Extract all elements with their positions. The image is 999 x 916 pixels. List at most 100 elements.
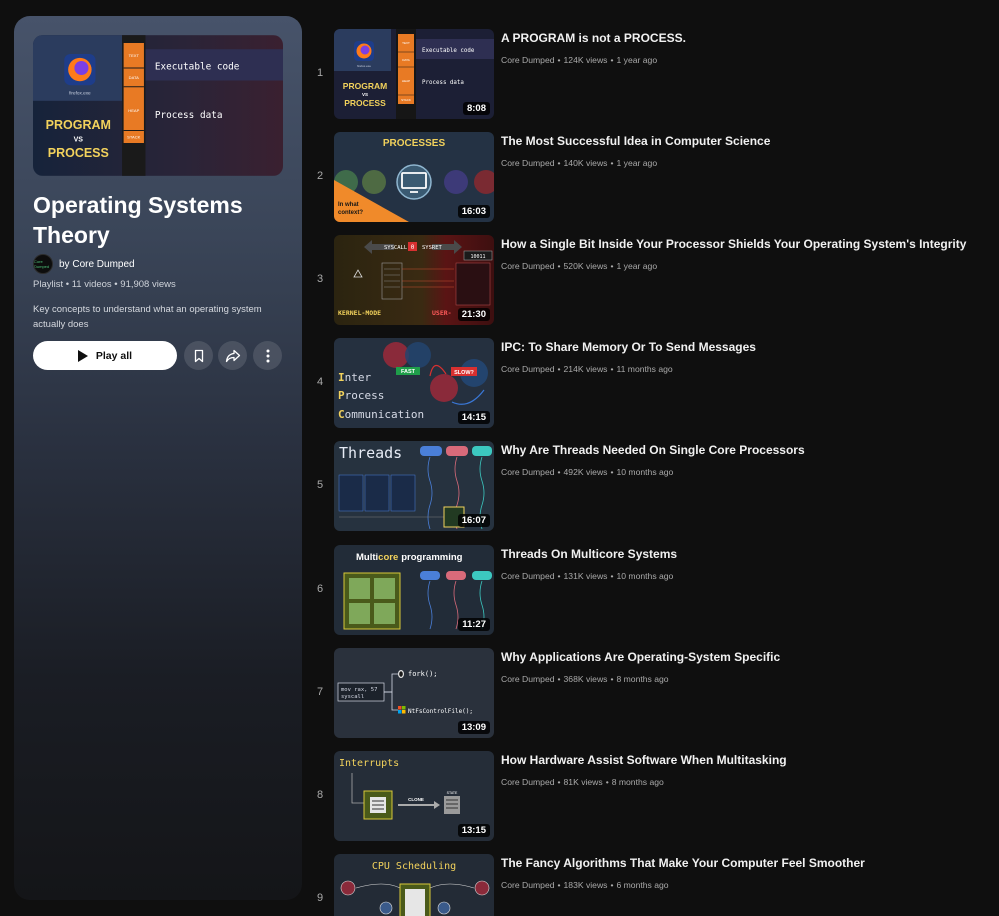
playlist-meta: Playlist • 11 videos • 91,908 views bbox=[33, 279, 176, 290]
duration-badge: 16:03 bbox=[457, 205, 490, 218]
svg-text:Process: Process bbox=[338, 389, 384, 402]
video-title[interactable]: Why Applications Are Operating-System Sp… bbox=[501, 650, 991, 664]
thumb-text: In what bbox=[338, 202, 359, 208]
video-row-9[interactable]: 9 CPU Scheduling The Fancy Algorithms Th… bbox=[308, 854, 999, 916]
video-title[interactable]: How Hardware Assist Software When Multit… bbox=[501, 753, 991, 767]
video-meta: Core Dumped • 492K views • 10 months ago bbox=[501, 467, 674, 477]
video-row-8[interactable]: 8 Interrupts CLONE STATE 13:15 How Hardw… bbox=[308, 751, 999, 844]
more-actions-button[interactable] bbox=[253, 341, 282, 370]
video-row-4[interactable]: 4 FAST SLOW? Inter Process Communication… bbox=[308, 338, 999, 431]
playlist-video-count: 11 videos bbox=[71, 279, 112, 290]
video-index: 1 bbox=[316, 67, 324, 79]
video-title[interactable]: Threads On Multicore Systems bbox=[501, 547, 991, 561]
video-thumbnail[interactable]: firefox.exe PROGRAM VS PROCESS TEXT DATA… bbox=[334, 29, 494, 119]
video-row-5[interactable]: 5 Threads 16:07 Why Are Threads Needed O… bbox=[308, 441, 999, 534]
thumb-text: SYSRET bbox=[422, 245, 443, 251]
video-meta: Core Dumped • 124K views • 1 year ago bbox=[501, 55, 658, 65]
duration-badge: 13:09 bbox=[457, 721, 490, 734]
video-row-3[interactable]: 3 SYSCALL 0 SYSRET 10011 KERNEL-MODE USE… bbox=[308, 235, 999, 328]
view-count: 492K views bbox=[563, 467, 608, 477]
svg-text:Multicoreprogramming: Multicore programming bbox=[356, 552, 463, 563]
video-index: 5 bbox=[316, 479, 324, 491]
upload-age: 1 year ago bbox=[616, 158, 658, 168]
channel-name[interactable]: Core Dumped bbox=[501, 674, 555, 684]
video-row-7[interactable]: 7 mov rax, 57 syscall fork(); NtFsContro… bbox=[308, 648, 999, 741]
channel-name[interactable]: Core Dumped bbox=[501, 467, 555, 477]
video-thumbnail[interactable]: SYSCALL 0 SYSRET 10011 KERNEL-MODE USER-… bbox=[334, 235, 494, 325]
video-row-1[interactable]: 1 firefox.exe PROGRAM VS PROCESS TEXT DA… bbox=[308, 29, 999, 122]
video-thumbnail[interactable]: Threads 16:07 bbox=[334, 441, 494, 531]
video-row-2[interactable]: 2 PROCESSES In what context? 16:03 The M… bbox=[308, 132, 999, 225]
thumb-text: CLONE bbox=[408, 797, 424, 802]
svg-text:Communication: Communication bbox=[338, 408, 424, 421]
thumb-text: context? bbox=[338, 210, 363, 216]
channel-name[interactable]: Core Dumped bbox=[501, 777, 555, 787]
upload-age: 8 months ago bbox=[616, 674, 669, 684]
owner-prefix: by bbox=[59, 258, 70, 270]
duration-badge: 8:08 bbox=[462, 102, 490, 115]
share-button[interactable] bbox=[218, 341, 247, 370]
upload-age: 8 months ago bbox=[611, 777, 664, 787]
thumb-text: VS bbox=[362, 92, 368, 97]
video-row-6[interactable]: 6 Multicore programming 11:27 Threads On… bbox=[308, 545, 999, 638]
thumb-text: programming bbox=[401, 552, 462, 563]
video-thumbnail[interactable]: Multicore programming 11:27 bbox=[334, 545, 494, 635]
cover-title-line1: PROGRAM bbox=[46, 118, 111, 132]
thumb-text: Multi bbox=[356, 552, 378, 563]
video-title[interactable]: How a Single Bit Inside Your Processor S… bbox=[501, 237, 991, 251]
thumb-text: rocess bbox=[345, 389, 385, 402]
thumb-text: Process data bbox=[422, 80, 464, 86]
thumb-text: TEXT bbox=[402, 41, 410, 45]
upload-age: 1 year ago bbox=[616, 55, 658, 65]
save-playlist-button[interactable] bbox=[184, 341, 213, 370]
cover-seg-data: DATA bbox=[129, 75, 139, 80]
channel-name[interactable]: Core Dumped bbox=[501, 880, 555, 890]
cover-seg-stack: STACK bbox=[127, 134, 140, 139]
duration-badge: 14:15 bbox=[457, 411, 490, 424]
thumb-text: ommunication bbox=[345, 408, 424, 421]
thumb-text: core bbox=[378, 552, 398, 563]
playlist-description: Key concepts to understand what an opera… bbox=[33, 304, 262, 330]
thumb-text: KERNEL-MODE bbox=[338, 309, 381, 317]
play-all-button[interactable]: Play all bbox=[33, 341, 177, 370]
thumb-text: FAST bbox=[401, 369, 416, 375]
channel-name[interactable]: Core Dumped bbox=[501, 55, 555, 65]
channel-name[interactable]: Core Dumped bbox=[501, 364, 555, 374]
video-thumbnail[interactable]: FAST SLOW? Inter Process Communication 1… bbox=[334, 338, 494, 428]
playlist-views: 91,908 views bbox=[120, 279, 176, 290]
playlist-owner[interactable]: Core Dumped by Core Dumped bbox=[33, 254, 135, 274]
video-title[interactable]: Why Are Threads Needed On Single Core Pr… bbox=[501, 443, 991, 457]
view-count: 140K views bbox=[563, 158, 608, 168]
upload-age: 6 months ago bbox=[616, 880, 669, 890]
video-thumbnail[interactable]: Interrupts CLONE STATE 13:15 bbox=[334, 751, 494, 841]
video-meta: Core Dumped • 140K views • 1 year ago bbox=[501, 158, 658, 168]
video-title[interactable]: The Most Successful Idea in Computer Sci… bbox=[501, 134, 991, 148]
video-meta: Core Dumped • 183K views • 6 months ago bbox=[501, 880, 669, 890]
thumb-text: PROGRAM bbox=[343, 81, 387, 91]
owner-line[interactable]: by Core Dumped bbox=[59, 259, 135, 270]
video-title[interactable]: IPC: To Share Memory Or To Send Messages bbox=[501, 340, 991, 354]
video-thumbnail[interactable]: CPU Scheduling bbox=[334, 854, 494, 916]
video-title[interactable]: A PROGRAM is not a PROCESS. bbox=[501, 31, 991, 45]
channel-name[interactable]: Core Dumped bbox=[501, 261, 555, 271]
thumb-text: syscall bbox=[341, 694, 364, 700]
play-icon bbox=[77, 349, 88, 362]
video-title[interactable]: The Fancy Algorithms That Make Your Comp… bbox=[501, 856, 991, 870]
thumb-text: C bbox=[338, 408, 345, 421]
thumb-text: I bbox=[338, 371, 345, 384]
video-index: 3 bbox=[316, 273, 324, 285]
cover-title-vs: VS bbox=[74, 136, 84, 143]
cover-seg-text: TEXT bbox=[129, 53, 140, 58]
playlist-cover-thumbnail[interactable]: firefox.exe PROGRAM VS PROCESS TEXT DATA… bbox=[33, 35, 283, 176]
channel-name[interactable]: Core Dumped bbox=[501, 571, 555, 581]
more-vert-icon bbox=[266, 349, 269, 362]
video-thumbnail[interactable]: PROCESSES In what context? 16:03 bbox=[334, 132, 494, 222]
thumb-text: CPU Scheduling bbox=[372, 861, 456, 872]
avatar[interactable]: Core Dumped bbox=[33, 254, 53, 274]
view-count: 368K views bbox=[563, 674, 608, 684]
thumb-text: 10011 bbox=[470, 254, 485, 260]
duration-badge: 11:27 bbox=[458, 618, 490, 631]
video-thumbnail[interactable]: mov rax, 57 syscall fork(); NtFsControlF… bbox=[334, 648, 494, 738]
playlist-type: Playlist bbox=[33, 279, 64, 290]
channel-name[interactable]: Core Dumped bbox=[501, 158, 555, 168]
